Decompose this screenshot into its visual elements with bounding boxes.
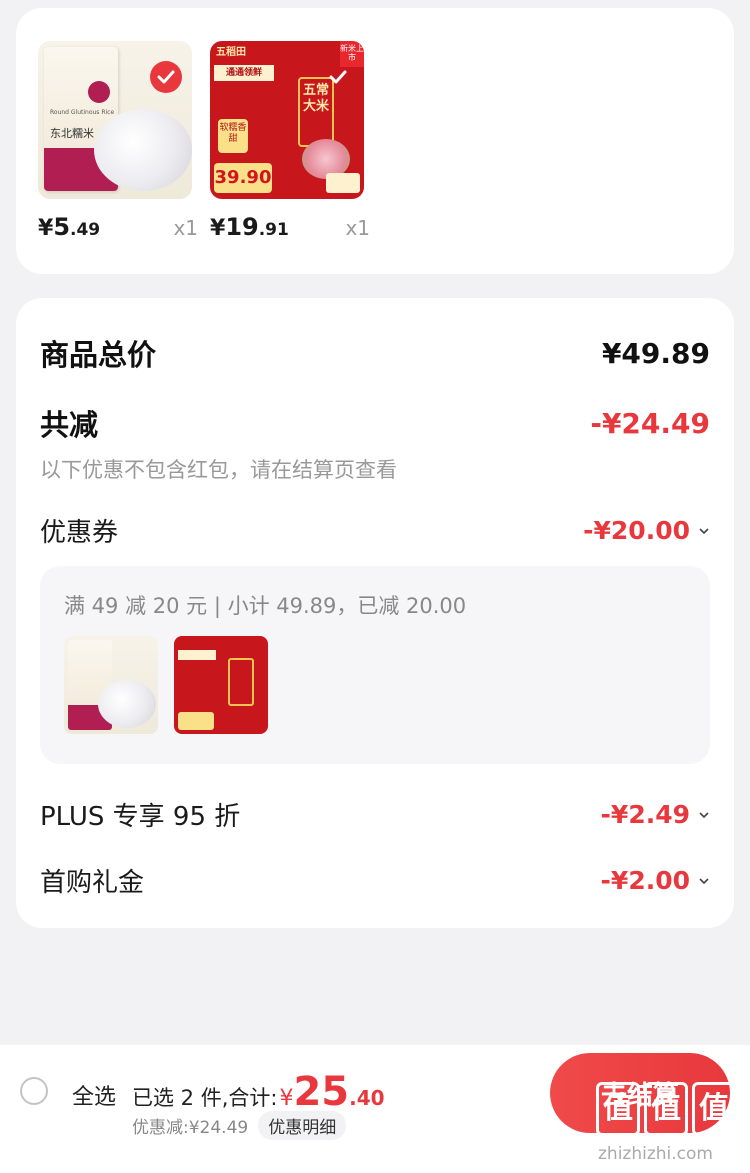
plus-discount-row[interactable]: PLUS 专享 95 折 -¥2.49 [40, 796, 710, 833]
first-purchase-gift-label: 首购礼金 [40, 868, 145, 898]
product-price: ¥19.91 [210, 213, 289, 241]
chevron-down-icon[interactable] [698, 525, 710, 537]
total-price-value: ¥49.89 [601, 336, 710, 370]
bag-banner: 通通领鲜 [214, 65, 274, 81]
product-price-row: ¥19.91 x1 [210, 213, 370, 253]
rice-pile-graphic [94, 109, 192, 191]
certification-badge [326, 173, 360, 193]
watermark-char: 值 [596, 1082, 640, 1136]
bag-text-en: Round Glutinous Rice [50, 109, 115, 116]
watermark-char: 值 [692, 1082, 736, 1136]
coupon-detail-box: 满 49 减 20 元 | 小计 49.89，已减 20.00 [40, 566, 710, 764]
total-reduction-value: -¥24.49 [590, 406, 710, 440]
total-price-row: 商品总价 ¥49.89 [40, 332, 710, 374]
plus-discount-value[interactable]: -¥2.49 [601, 800, 710, 829]
product-price-row: ¥5.49 x1 [38, 213, 198, 253]
discount-summary: 优惠减:¥24.49 优惠明细 [132, 1111, 347, 1140]
total-reduction-row: 共减 -¥24.49 [40, 402, 710, 444]
select-all-label[interactable]: 全选 [72, 1079, 116, 1111]
selected-count-text: 已选 2 件,合计: [132, 1086, 278, 1110]
discount-amount-text: 优惠减:¥24.49 [132, 1118, 249, 1138]
site-watermark-logo: 值 值 值 [596, 1082, 742, 1138]
plus-discount-label: PLUS 专享 95 折 [40, 802, 241, 832]
product-quantity: x1 [173, 216, 198, 240]
selected-products-card: Round Glutinous Rice 东北糯米 ¥5.49 x1 五稻田 通… [16, 8, 734, 274]
selected-check-icon[interactable] [322, 61, 354, 93]
discount-detail-button[interactable]: 优惠明细 [258, 1111, 347, 1140]
product-item-glutinous-rice[interactable]: Round Glutinous Rice 东北糯米 ¥5.49 x1 [38, 41, 198, 241]
first-purchase-gift-value[interactable]: -¥2.00 [601, 866, 710, 895]
bag-text-cn: 东北糯米 [50, 127, 94, 140]
price-summary-card: 商品总价 ¥49.89 共减 -¥24.49 以下优惠不包含红包，请在结算页查看… [16, 298, 734, 928]
chevron-down-icon[interactable] [698, 809, 710, 821]
coupon-value[interactable]: -¥20.00 [583, 516, 710, 545]
coupon-row[interactable]: 优惠券 -¥20.00 [40, 512, 710, 549]
selected-check-icon[interactable] [150, 61, 182, 93]
total-yen-symbol: ¥ [279, 1086, 294, 1111]
select-all-radio[interactable] [20, 1077, 48, 1105]
product-image-wuchang-rice[interactable]: 五稻田 通通领鲜 五常大米 软糯香甜 39.90 新米上市 [210, 41, 364, 199]
total-price-label: 商品总价 [40, 338, 157, 372]
coupon-product-thumb-wuchang-rice[interactable] [174, 636, 268, 734]
coupon-product-thumb-glutinous-rice[interactable] [64, 636, 158, 734]
watermark-char: 值 [644, 1082, 688, 1136]
coupon-label: 优惠券 [40, 518, 119, 548]
product-image-glutinous-rice[interactable]: Round Glutinous Rice 东北糯米 [38, 41, 192, 199]
product-price: ¥5.49 [38, 213, 101, 241]
product-quantity: x1 [345, 216, 370, 240]
selected-total: 已选 2 件,合计: ¥ 25 .40 [132, 1069, 385, 1115]
bag-emblem [88, 81, 110, 103]
total-amount-integer: 25 [293, 1069, 350, 1115]
coupon-description: 满 49 减 20 元 | 小计 49.89，已减 20.00 [64, 594, 467, 618]
chevron-down-icon[interactable] [698, 875, 710, 887]
bag-soft-label: 软糯香甜 [218, 119, 248, 153]
bag-price-tag: 39.90 [214, 163, 272, 193]
total-amount-decimal: .40 [349, 1086, 385, 1110]
watermark-url: zhizhizhi.com [598, 1144, 713, 1164]
total-reduction-label: 共减 [40, 408, 99, 442]
product-item-wuchang-rice[interactable]: 五稻田 通通领鲜 五常大米 软糯香甜 39.90 新米上市 ¥19.91 x1 [210, 41, 370, 241]
discount-note: 以下优惠不包含红包，请在结算页查看 [40, 458, 397, 482]
first-purchase-gift-row[interactable]: 首购礼金 -¥2.00 [40, 862, 710, 899]
brand-label: 五稻田 [216, 47, 246, 58]
